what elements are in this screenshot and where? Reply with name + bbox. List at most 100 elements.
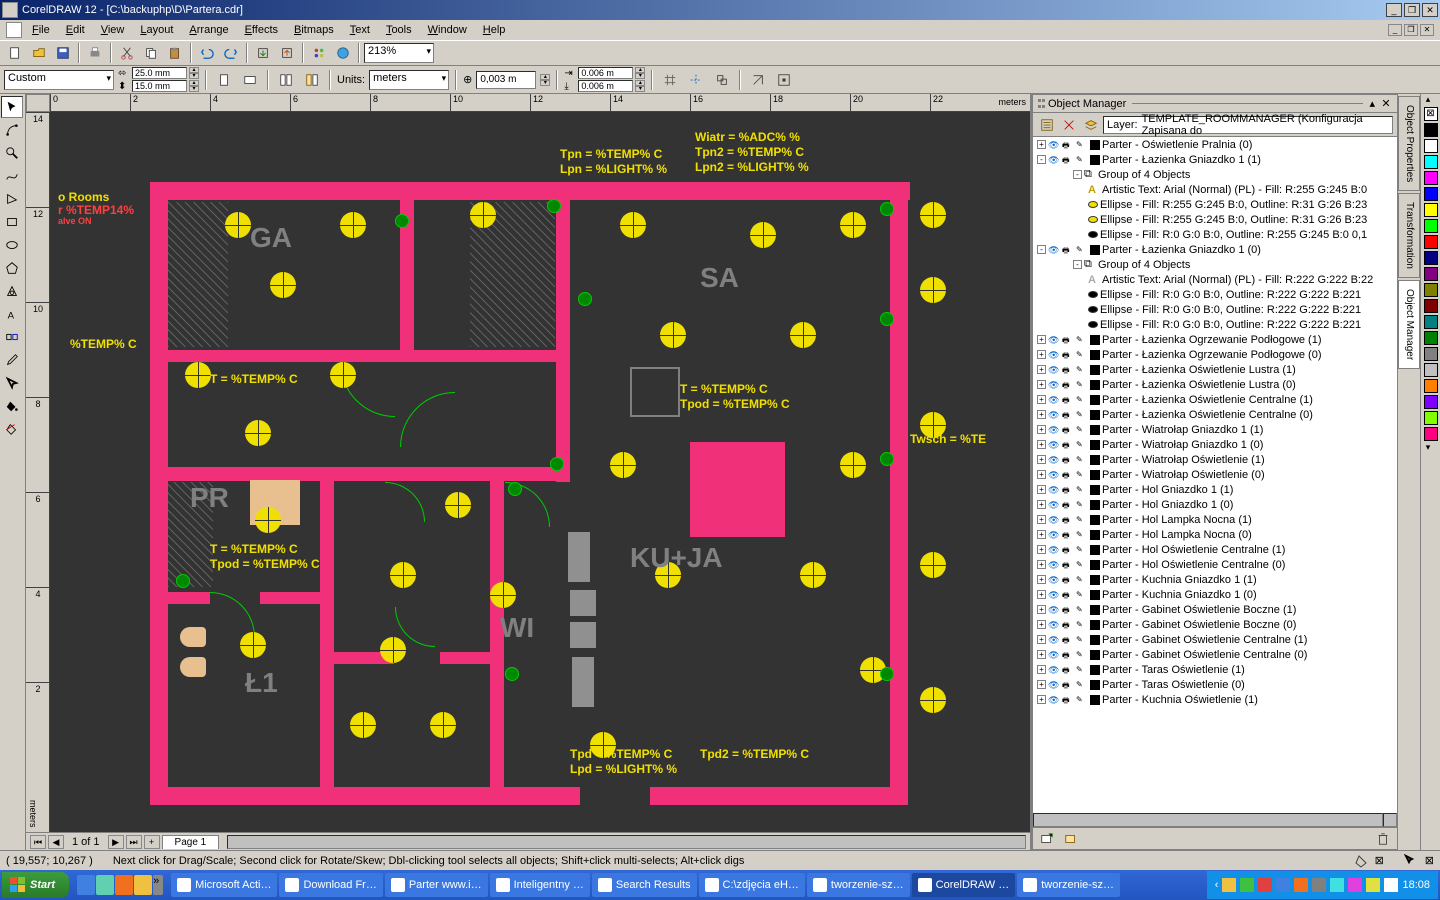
current-page-button[interactable]	[301, 69, 323, 91]
minimize-button[interactable]: _	[1386, 3, 1402, 17]
editable-icon[interactable]: ✎	[1076, 410, 1088, 420]
taskbar-button[interactable]: Inteligentny …	[490, 873, 590, 897]
editable-icon[interactable]: ✎	[1076, 515, 1088, 525]
layer-color[interactable]	[1090, 620, 1100, 630]
expand-toggle[interactable]: +	[1037, 140, 1046, 149]
expand-toggle[interactable]: +	[1037, 410, 1046, 419]
expand-toggle[interactable]: +	[1037, 560, 1046, 569]
tree-item[interactable]: +👁🖶✎Parter - Łazienka Ogrzewanie Podłogo…	[1033, 332, 1397, 347]
palette-down[interactable]: ▾	[1421, 442, 1435, 454]
tree-item[interactable]: Ellipse - Fill: R:0 G:0 B:0, Outline: R:…	[1033, 287, 1397, 302]
menu-arrange[interactable]: Arrange	[181, 22, 236, 38]
tree-item[interactable]: -⧉Group of 4 Objects	[1033, 167, 1397, 182]
visibility-icon[interactable]: 👁	[1048, 140, 1060, 150]
fill-tool[interactable]	[1, 395, 23, 417]
editable-icon[interactable]: ✎	[1076, 575, 1088, 585]
smart-draw-tool[interactable]	[1, 188, 23, 210]
text-tool[interactable]: A	[1, 303, 23, 325]
taskbar-button[interactable]: Microsoft Acti…	[171, 873, 277, 897]
tree-item[interactable]: AArtistic Text: Arial (Normal) (PL) - Fi…	[1033, 272, 1397, 287]
menu-text[interactable]: Text	[342, 22, 378, 38]
expand-toggle[interactable]: +	[1037, 500, 1046, 509]
new-layer-button[interactable]	[1037, 829, 1057, 849]
docker-rollup[interactable]: ▴	[1369, 97, 1375, 110]
interactive-fill-tool[interactable]	[1, 418, 23, 440]
layer-color[interactable]	[1090, 455, 1100, 465]
undo-button[interactable]	[196, 42, 218, 64]
redo-button[interactable]	[220, 42, 242, 64]
ql-desktop-icon[interactable]	[96, 875, 114, 895]
visibility-icon[interactable]: 👁	[1048, 500, 1060, 510]
paper-type-combo[interactable]: Custom	[4, 70, 114, 90]
editable-icon[interactable]: ✎	[1076, 560, 1088, 570]
taskbar-button[interactable]: tworzenie-sz…	[807, 873, 910, 897]
editable-icon[interactable]: ✎	[1076, 620, 1088, 630]
palette-swatch[interactable]	[1424, 411, 1438, 425]
docker-close[interactable]: ✕	[1379, 97, 1393, 110]
print-button[interactable]	[84, 42, 106, 64]
editable-icon[interactable]: ✎	[1076, 695, 1088, 705]
ql-firefox-icon[interactable]	[115, 875, 133, 895]
tree-item[interactable]: +👁🖶✎Parter - Łazienka Oświetlenie Lustra…	[1033, 362, 1397, 377]
printable-icon[interactable]: 🖶	[1062, 365, 1074, 375]
tree-item[interactable]: +👁🖶✎Parter - Gabinet Oświetlenie Boczne …	[1033, 602, 1397, 617]
layer-color[interactable]	[1090, 155, 1100, 165]
expand-toggle[interactable]: -	[1073, 170, 1082, 179]
new-button[interactable]	[4, 42, 26, 64]
layer-color[interactable]	[1090, 485, 1100, 495]
layer-color[interactable]	[1090, 575, 1100, 585]
cut-button[interactable]	[116, 42, 138, 64]
expand-toggle[interactable]: +	[1037, 620, 1046, 629]
tree-item[interactable]: +👁🖶✎Parter - Hol Oświetlenie Centralne (…	[1033, 542, 1397, 557]
visibility-icon[interactable]: 👁	[1048, 470, 1060, 480]
interactive-blend-tool[interactable]	[1, 326, 23, 348]
tree-item[interactable]: +👁🖶✎Parter - Taras Oświetlenie (1)	[1033, 662, 1397, 677]
editable-icon[interactable]: ✎	[1076, 425, 1088, 435]
menu-window[interactable]: Window	[420, 22, 475, 38]
layer-color[interactable]	[1090, 380, 1100, 390]
open-button[interactable]	[28, 42, 50, 64]
tray-icon[interactable]	[1276, 878, 1290, 892]
tree-item[interactable]: +👁🖶✎Parter - Hol Lampka Nocna (0)	[1033, 527, 1397, 542]
palette-swatch[interactable]	[1424, 315, 1438, 329]
printable-icon[interactable]: 🖶	[1062, 545, 1074, 555]
visibility-icon[interactable]: 👁	[1048, 515, 1060, 525]
tree-item[interactable]: +👁🖶✎Parter - Gabinet Oświetlenie Boczne …	[1033, 617, 1397, 632]
visibility-icon[interactable]: 👁	[1048, 665, 1060, 675]
docker-tab-transformation[interactable]: Transformation	[1398, 193, 1420, 278]
expand-toggle[interactable]: +	[1037, 440, 1046, 449]
palette-swatch[interactable]	[1424, 347, 1438, 361]
object-tree[interactable]: +👁🖶✎Parter - Oświetlenie Pralnia (0)-👁🖶✎…	[1033, 137, 1397, 813]
tree-item[interactable]: +👁🖶✎Parter - Hol Lampka Nocna (1)	[1033, 512, 1397, 527]
rectangle-tool[interactable]	[1, 211, 23, 233]
treat-as-filled-button[interactable]	[747, 69, 769, 91]
printable-icon[interactable]: 🖶	[1062, 395, 1074, 405]
ruler-origin[interactable]	[26, 94, 50, 112]
layer-color[interactable]	[1090, 605, 1100, 615]
expand-toggle[interactable]: +	[1037, 515, 1046, 524]
editable-icon[interactable]: ✎	[1076, 530, 1088, 540]
menu-tools[interactable]: Tools	[378, 22, 420, 38]
palette-swatch[interactable]	[1424, 171, 1438, 185]
printable-icon[interactable]: 🖶	[1062, 560, 1074, 570]
tree-item[interactable]: +👁🖶✎Parter - Wiatrołap Gniazdko 1 (1)	[1033, 422, 1397, 437]
printable-icon[interactable]: 🖶	[1062, 650, 1074, 660]
polygon-tool[interactable]	[1, 257, 23, 279]
layer-color[interactable]	[1090, 560, 1100, 570]
printable-icon[interactable]: 🖶	[1062, 350, 1074, 360]
tree-item[interactable]: +👁🖶✎Parter - Gabinet Oświetlenie Central…	[1033, 632, 1397, 647]
printable-icon[interactable]: 🖶	[1062, 515, 1074, 525]
layer-color[interactable]	[1090, 335, 1100, 345]
layer-color[interactable]	[1090, 500, 1100, 510]
expand-toggle[interactable]: +	[1037, 455, 1046, 464]
export-button[interactable]	[276, 42, 298, 64]
visibility-icon[interactable]: 👁	[1048, 680, 1060, 690]
taskbar-button[interactable]: Search Results	[592, 873, 697, 897]
horizontal-ruler[interactable]: meters 0246810121416182022	[50, 94, 1030, 112]
tree-item[interactable]: +👁🖶✎Parter - Łazienka Oświetlenie Centra…	[1033, 407, 1397, 422]
visibility-icon[interactable]: 👁	[1048, 395, 1060, 405]
taskbar-button[interactable]: Download Fr…	[279, 873, 382, 897]
layer-color[interactable]	[1090, 350, 1100, 360]
options-button[interactable]	[773, 69, 795, 91]
menu-edit[interactable]: Edit	[58, 22, 93, 38]
